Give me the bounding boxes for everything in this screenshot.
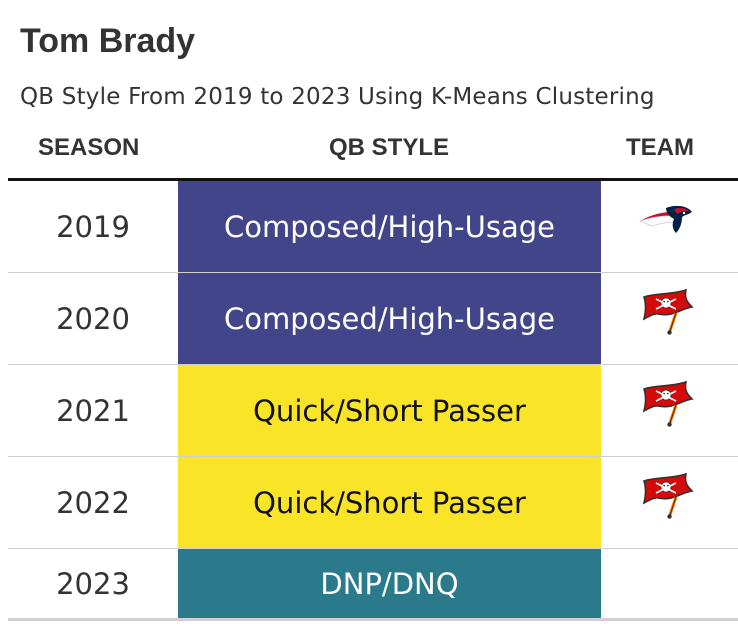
- header-team: TEAM: [626, 134, 694, 161]
- table-row: 2021 Quick/Short Passer: [8, 365, 738, 457]
- season-cell: 2022: [56, 485, 130, 520]
- buccaneers-flag-icon: [636, 287, 696, 337]
- table-row: 2022 Quick/Short Passer: [8, 457, 738, 549]
- table-row: 2020 Composed/High-Usage: [8, 273, 738, 365]
- chart-title: Tom Brady: [20, 22, 196, 60]
- season-cell: 2021: [56, 393, 130, 428]
- style-table: 2019 Composed/High-Usage 2020 Composed/Hig…: [8, 181, 738, 621]
- header-season: SEASON: [38, 134, 140, 161]
- qb-style-cell: Composed/High-Usage: [178, 181, 601, 272]
- buccaneers-flag-icon: [636, 379, 696, 429]
- season-cell: 2020: [56, 301, 130, 336]
- chart-subtitle: QB Style From 2019 to 2023 Using K-Means…: [20, 84, 655, 110]
- patriots-logo-icon: [636, 195, 696, 245]
- qb-style-cell: Composed/High-Usage: [178, 273, 601, 364]
- season-cell: 2023: [56, 566, 130, 601]
- qb-style-cell: Quick/Short Passer: [178, 457, 601, 548]
- season-cell: 2019: [56, 209, 130, 244]
- qb-style-cell: DNP/DNQ: [178, 549, 601, 618]
- buccaneers-flag-icon: [636, 471, 696, 521]
- table-row: 2019 Composed/High-Usage: [8, 181, 738, 273]
- header-qb-style: QB STYLE: [328, 134, 449, 161]
- table-row: 2023 DNP/DNQ: [8, 549, 738, 621]
- qb-style-cell: Quick/Short Passer: [178, 365, 601, 456]
